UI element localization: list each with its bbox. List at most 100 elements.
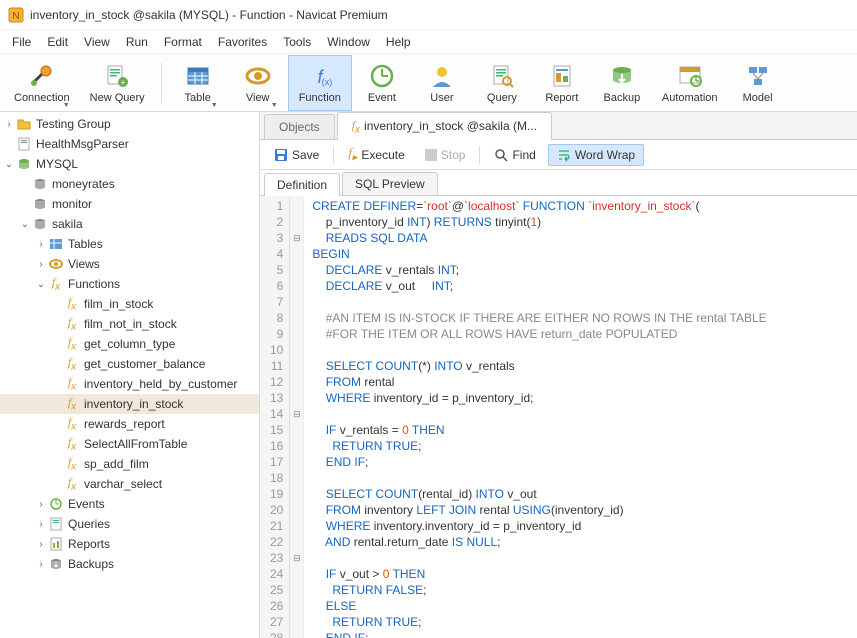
code-line[interactable] [312, 470, 857, 486]
tab-sqlpreview[interactable]: SQL Preview [342, 172, 438, 195]
tree-item-film-not-in-stock[interactable]: fxfilm_not_in_stock [0, 314, 259, 334]
expand-icon[interactable]: › [34, 239, 48, 250]
code-line[interactable]: WHERE inventory_id = p_inventory_id; [312, 390, 857, 406]
view-button[interactable]: View▼ [228, 55, 288, 111]
tree-item-monitor[interactable]: monitor [0, 194, 259, 214]
automation-button[interactable]: Automation [652, 55, 728, 111]
menu-tools[interactable]: Tools [275, 32, 319, 52]
query-button[interactable]: Query [472, 55, 532, 111]
tree-item-healthmsgparser[interactable]: HealthMsgParser [0, 134, 259, 154]
find-icon [494, 148, 508, 162]
code-line[interactable]: FROM rental [312, 374, 857, 390]
expand-icon[interactable]: › [34, 259, 48, 270]
expand-icon[interactable]: ⌄ [34, 279, 48, 290]
code-area[interactable]: CREATE DEFINER=`root`@`localhost` FUNCTI… [304, 196, 857, 638]
folder-icon [16, 116, 32, 132]
menu-favorites[interactable]: Favorites [210, 32, 275, 52]
code-line[interactable]: #AN ITEM IS IN-STOCK IF THERE ARE EITHER… [312, 310, 857, 326]
code-line[interactable]: SELECT COUNT(*) INTO v_rentals [312, 358, 857, 374]
new-query-button[interactable]: +New Query [80, 55, 155, 111]
expand-icon[interactable]: › [34, 519, 48, 530]
tree-item-views[interactable]: ›Views [0, 254, 259, 274]
code-line[interactable]: p_inventory_id INT) RETURNS tinyint(1) [312, 214, 857, 230]
code-line[interactable]: END IF; [312, 454, 857, 470]
tree-item-reports[interactable]: ›Reports [0, 534, 259, 554]
code-line[interactable]: END IF; [312, 630, 857, 638]
fold-mark[interactable]: ⊟ [290, 230, 303, 246]
code-line[interactable] [312, 550, 857, 566]
code-line[interactable]: READS SQL DATA [312, 230, 857, 246]
stop-button[interactable]: Stop [417, 145, 474, 165]
connection-button[interactable]: Connection▼ [4, 55, 80, 111]
tree-item-rewards-report[interactable]: fxrewards_report [0, 414, 259, 434]
menu-edit[interactable]: Edit [39, 32, 76, 52]
code-line[interactable] [312, 294, 857, 310]
report-button[interactable]: Report [532, 55, 592, 111]
find-button[interactable]: Find [486, 145, 543, 165]
fold-mark[interactable]: ⊟ [290, 550, 303, 566]
tree-item-queries[interactable]: ›Queries [0, 514, 259, 534]
model-button[interactable]: Model [728, 55, 788, 111]
menu-view[interactable]: View [76, 32, 118, 52]
menu-file[interactable]: File [4, 32, 39, 52]
code-line[interactable]: CREATE DEFINER=`root`@`localhost` FUNCTI… [312, 198, 857, 214]
code-line[interactable]: RETURN TRUE; [312, 438, 857, 454]
wordwrap-button[interactable]: Word Wrap [548, 144, 644, 166]
svg-text:+: + [121, 78, 126, 87]
menu-run[interactable]: Run [118, 32, 156, 52]
user-button[interactable]: User [412, 55, 472, 111]
expand-icon[interactable]: › [34, 539, 48, 550]
save-button[interactable]: Save [266, 145, 327, 165]
fxi-icon: fx [64, 416, 80, 432]
function-button[interactable]: f(x)Function [288, 55, 352, 111]
expand-icon[interactable]: › [34, 559, 48, 570]
tree-item-testing-group[interactable]: ›Testing Group [0, 114, 259, 134]
tree-item-sp-add-film[interactable]: fxsp_add_film [0, 454, 259, 474]
event-button[interactable]: Event [352, 55, 412, 111]
expand-icon[interactable]: › [34, 499, 48, 510]
code-line[interactable] [312, 406, 857, 422]
code-line[interactable]: DECLARE v_out INT; [312, 278, 857, 294]
fold-mark[interactable]: ⊟ [290, 406, 303, 422]
tree-item-inventory-held-by-customer[interactable]: fxinventory_held_by_customer [0, 374, 259, 394]
table-button[interactable]: Table▼ [168, 55, 228, 111]
tree-item-film-in-stock[interactable]: fxfilm_in_stock [0, 294, 259, 314]
tree-item-selectallfromtable[interactable]: fxSelectAllFromTable [0, 434, 259, 454]
tree-item-mysql[interactable]: ⌄MYSQL [0, 154, 259, 174]
menu-window[interactable]: Window [319, 32, 378, 52]
tree-item-sakila[interactable]: ⌄sakila [0, 214, 259, 234]
code-line[interactable]: IF v_rentals = 0 THEN [312, 422, 857, 438]
code-line[interactable]: RETURN FALSE; [312, 582, 857, 598]
tree-item-get-customer-balance[interactable]: fxget_customer_balance [0, 354, 259, 374]
code-line[interactable]: IF v_out > 0 THEN [312, 566, 857, 582]
menu-help[interactable]: Help [378, 32, 419, 52]
tree-item-events[interactable]: ›Events [0, 494, 259, 514]
tab-definition[interactable]: Definition [264, 173, 340, 196]
tree-item-get-column-type[interactable]: fxget_column_type [0, 334, 259, 354]
code-line[interactable] [312, 342, 857, 358]
code-line[interactable]: #FOR THE ITEM OR ALL ROWS HAVE return_da… [312, 326, 857, 342]
expand-icon[interactable]: › [2, 119, 16, 130]
menu-format[interactable]: Format [156, 32, 210, 52]
tree-item-functions[interactable]: ⌄fxFunctions [0, 274, 259, 294]
tree-item-varchar-select[interactable]: fxvarchar_select [0, 474, 259, 494]
tree-item-backups[interactable]: ›Backups [0, 554, 259, 574]
expand-icon[interactable]: ⌄ [18, 219, 32, 230]
code-line[interactable]: ELSE [312, 598, 857, 614]
code-line[interactable]: SELECT COUNT(rental_id) INTO v_out [312, 486, 857, 502]
code-line[interactable]: WHERE inventory.inventory_id = p_invento… [312, 518, 857, 534]
tree-item-inventory-in-stock[interactable]: fxinventory_in_stock [0, 394, 259, 414]
tree-item-tables[interactable]: ›Tables [0, 234, 259, 254]
tab-objects[interactable]: Objects [264, 114, 335, 139]
execute-button[interactable]: f▸ Execute [340, 142, 412, 167]
code-line[interactable]: FROM inventory LEFT JOIN rental USING(in… [312, 502, 857, 518]
code-line[interactable]: BEGIN [312, 246, 857, 262]
expand-icon[interactable]: ⌄ [2, 159, 16, 170]
tab-current-function[interactable]: fx inventory_in_stock @sakila (M... [337, 112, 552, 140]
code-editor[interactable]: 1234567891011121314151617181920212223242… [260, 196, 857, 638]
code-line[interactable]: RETURN TRUE; [312, 614, 857, 630]
tree-item-moneyrates[interactable]: moneyrates [0, 174, 259, 194]
code-line[interactable]: AND rental.return_date IS NULL; [312, 534, 857, 550]
code-line[interactable]: DECLARE v_rentals INT; [312, 262, 857, 278]
backup-button[interactable]: Backup [592, 55, 652, 111]
